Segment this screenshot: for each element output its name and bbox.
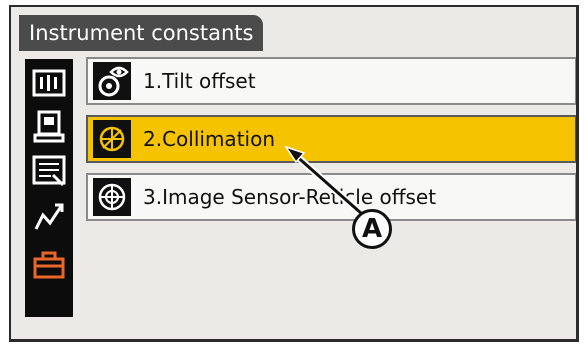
screen-title: Instrument constants [19,15,264,51]
menu-item-image-sensor-reticle-offset[interactable]: 3.Image Sensor-Reticle offset [86,173,576,221]
menu-item-label: 1.Tilt offset [143,69,256,93]
menu-item-tilt-offset[interactable]: 1.Tilt offset [86,57,576,105]
instrument-constants-screen: Instrument constants 1.Tilt offset 2.Col… [9,5,579,342]
graph-icon[interactable] [31,199,67,235]
collimation-icon [93,120,131,158]
toolbox-icon[interactable] [31,245,67,281]
instrument-icon[interactable] [31,109,67,145]
image-sensor-icon [93,178,131,216]
menu-item-label: 3.Image Sensor-Reticle offset [143,185,437,209]
menu-item-label: 2.Collimation [143,127,276,151]
callout-badge: A [352,209,392,249]
sidebar [25,59,73,317]
tilt-level-icon[interactable] [31,65,67,101]
config-list-icon[interactable] [31,153,67,189]
tilt-offset-icon [93,62,131,100]
menu-item-collimation[interactable]: 2.Collimation [86,115,576,163]
